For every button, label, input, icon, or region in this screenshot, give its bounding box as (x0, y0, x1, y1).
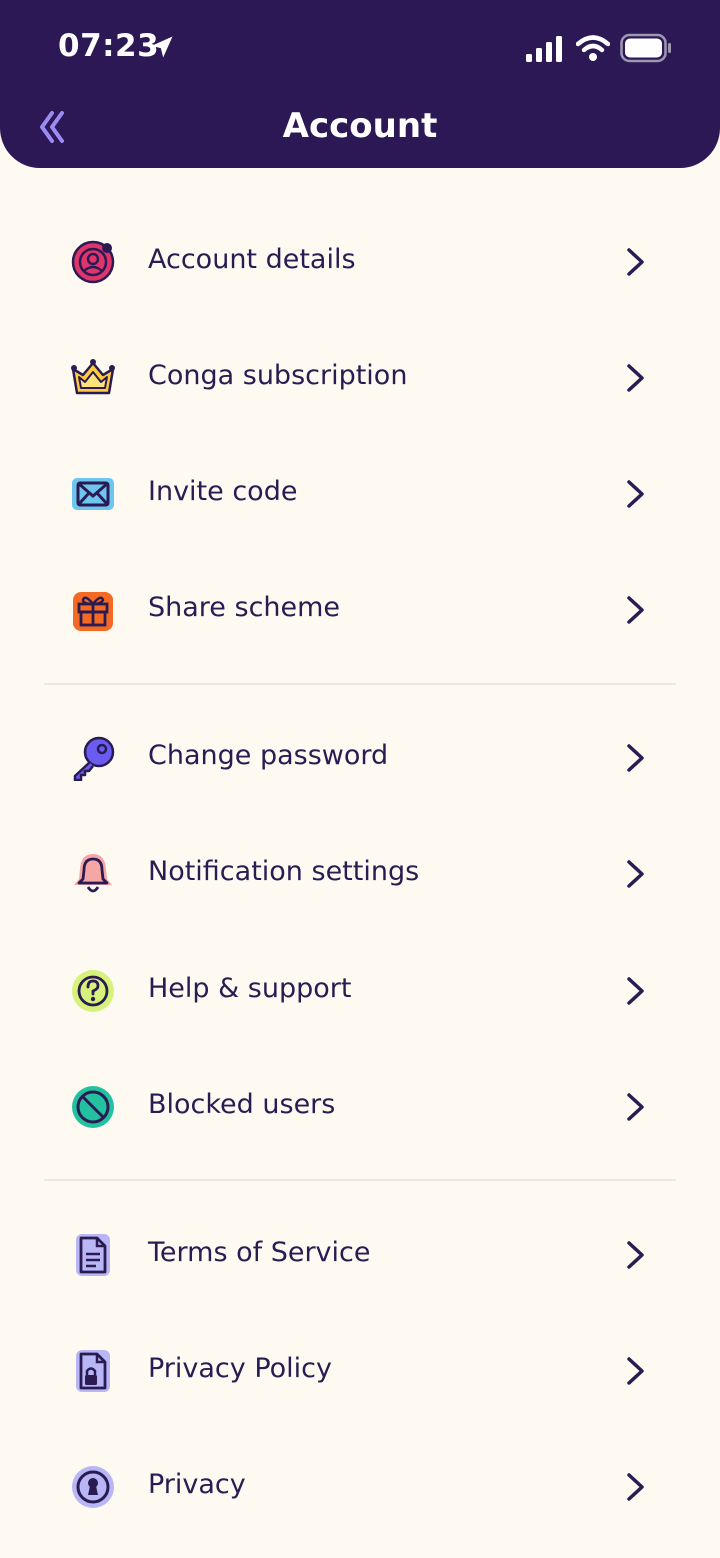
chevron-right-icon (627, 248, 644, 276)
cellular-signal-icon (526, 36, 562, 62)
menu-item-terms-of-service[interactable]: Terms of Service (0, 1196, 720, 1312)
menu-item-help-support[interactable]: Help & support (0, 932, 720, 1048)
menu-item-notification-settings[interactable]: Notification settings (0, 815, 720, 931)
menu-item-privacy[interactable]: Privacy (0, 1428, 720, 1544)
menu-item-blocked-users[interactable]: Blocked users (0, 1048, 720, 1164)
keyhole-icon (70, 1464, 116, 1510)
document-icon (70, 1232, 116, 1278)
page-title: Account (282, 106, 438, 146)
menu-item-share-scheme[interactable]: Share scheme (0, 551, 720, 667)
chevron-right-icon (627, 480, 644, 508)
wifi-icon (576, 35, 610, 61)
locked-file-icon (70, 1348, 116, 1394)
key-icon (70, 735, 116, 781)
menu-item-privacy-policy[interactable]: Privacy Policy (0, 1312, 720, 1428)
menu-item-label: Share scheme (148, 592, 341, 623)
location-arrow-icon (151, 36, 173, 58)
block-icon (70, 1084, 116, 1130)
menu-item-label: Notification settings (148, 856, 420, 887)
menu-item-label: Privacy (148, 1469, 246, 1500)
section-divider (44, 683, 676, 685)
chevron-right-icon (627, 596, 644, 624)
menu-item-label: Invite code (148, 476, 298, 507)
menu-item-label: Blocked users (148, 1089, 336, 1120)
app-header: 07:23 Account (0, 0, 720, 168)
menu-item-change-password[interactable]: Change password (0, 699, 720, 815)
bell-icon (70, 851, 116, 897)
chevron-right-icon (627, 1357, 644, 1385)
menu-item-conga-subscription[interactable]: Conga subscription (0, 319, 720, 435)
menu-item-account-details[interactable]: Account details (0, 203, 720, 319)
menu-item-invite-code[interactable]: Invite code (0, 435, 720, 551)
status-time: 07:23 (58, 28, 160, 64)
crown-icon (70, 355, 116, 401)
chevron-right-icon (627, 1241, 644, 1269)
envelope-icon (70, 471, 116, 517)
menu-item-label: Conga subscription (148, 360, 408, 391)
menu-item-label: Account details (148, 244, 356, 275)
account-circle-icon (70, 239, 116, 285)
menu-item-label: Change password (148, 740, 389, 771)
chevron-right-icon (627, 1473, 644, 1501)
question-circle-icon (70, 968, 116, 1014)
chevron-right-icon (627, 977, 644, 1005)
battery-icon (620, 33, 671, 63)
chevron-right-icon (627, 364, 644, 392)
menu-item-label: Privacy Policy (148, 1353, 333, 1384)
chevron-right-icon (627, 1093, 644, 1121)
menu-item-label: Help & support (148, 973, 352, 1004)
menu-item-label: Terms of Service (148, 1237, 371, 1268)
section-divider (44, 1179, 676, 1181)
chevron-right-icon (627, 860, 644, 888)
chevron-right-icon (627, 744, 644, 772)
gift-icon (70, 587, 116, 633)
